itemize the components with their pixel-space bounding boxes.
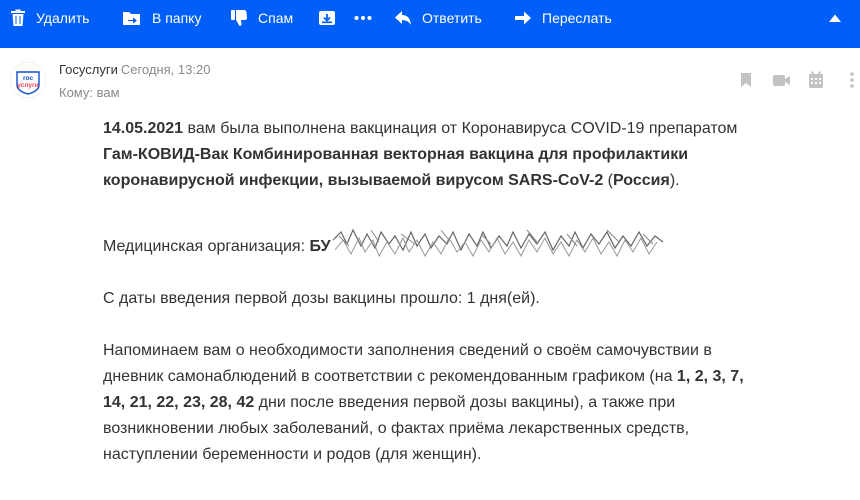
sender-line: Госуслуги Сегодня, 13:20 [59, 61, 210, 79]
triangle-up-icon [829, 14, 841, 22]
forward-label: Переслать [542, 10, 612, 26]
spam-button[interactable]: Спам [230, 0, 293, 36]
archive-button[interactable] [318, 0, 336, 36]
move-folder-icon [123, 11, 140, 25]
vaccination-text: вам была выполнена вакцинация от Коронав… [183, 120, 738, 137]
redacted-scribble [331, 226, 666, 262]
more-actions-button[interactable] [354, 0, 372, 36]
medical-organization-label: Медицинская организация: [103, 238, 310, 256]
days-since-first-dose: С даты введения первой дозы вакцины прош… [103, 290, 540, 307]
spam-label: Спам [258, 10, 294, 26]
vaccination-date: 14.05.2021 [103, 120, 184, 137]
move-to-folder-button[interactable]: В папку [122, 0, 201, 36]
paren-close: ). [669, 172, 680, 189]
reply-label: Ответить [422, 10, 482, 26]
reminder-text: Напоминаем вам о необходимости заполнени… [103, 342, 712, 385]
thumbs-down-icon [231, 10, 247, 26]
message-date: Сегодня, 13:20 [120, 62, 211, 77]
message-more-button[interactable] [842, 70, 860, 90]
recipient-line[interactable]: Кому: вам [59, 84, 120, 102]
reminder-paragraph: Напоминаем вам о необходимости заполнени… [103, 338, 763, 468]
delete-button[interactable]: Удалить [10, 0, 89, 36]
video-camera-icon [772, 74, 790, 86]
vaccination-paragraph: 14.05.2021 вам была выполнена вакцинация… [103, 116, 763, 194]
sender-name[interactable]: Госуслуги [59, 62, 118, 77]
redaction-noise-icon [332, 228, 663, 258]
medical-organization-name: БУ [309, 238, 331, 256]
calendar-button[interactable] [806, 70, 826, 90]
collapse-toolbar-button[interactable] [828, 0, 842, 36]
svg-text:услуги: услуги [17, 82, 38, 89]
forward-arrow-icon [515, 11, 531, 25]
dots-icon [354, 16, 372, 20]
vertical-dots-icon [850, 72, 854, 88]
svg-text:гос: гос [23, 75, 34, 82]
bookmark-button[interactable] [736, 70, 756, 90]
gosuslugi-logo-icon: гос услуги [10, 62, 46, 98]
calendar-icon [809, 71, 823, 88]
video-call-button[interactable] [771, 70, 791, 90]
sender-avatar: гос услуги [10, 62, 46, 98]
message-toolbar: Удалить В папку Спам Ответить Переслать [0, 0, 860, 48]
reply-button[interactable]: Ответить [394, 0, 482, 36]
reply-arrow-icon [395, 11, 411, 25]
move-to-folder-label: В папку [152, 10, 202, 26]
delete-label: Удалить [36, 10, 90, 26]
vaccine-name: Гам-КОВИД-Вак Комбинированная векторная … [103, 146, 689, 189]
vaccine-country: Россия [613, 172, 670, 189]
medical-organization-line: Медицинская организация: БУ [103, 228, 763, 262]
bookmark-icon [741, 73, 751, 87]
paren-open: ( [603, 172, 614, 189]
trash-icon [11, 9, 25, 26]
archive-icon [319, 11, 335, 25]
forward-button[interactable]: Переслать [514, 0, 612, 36]
